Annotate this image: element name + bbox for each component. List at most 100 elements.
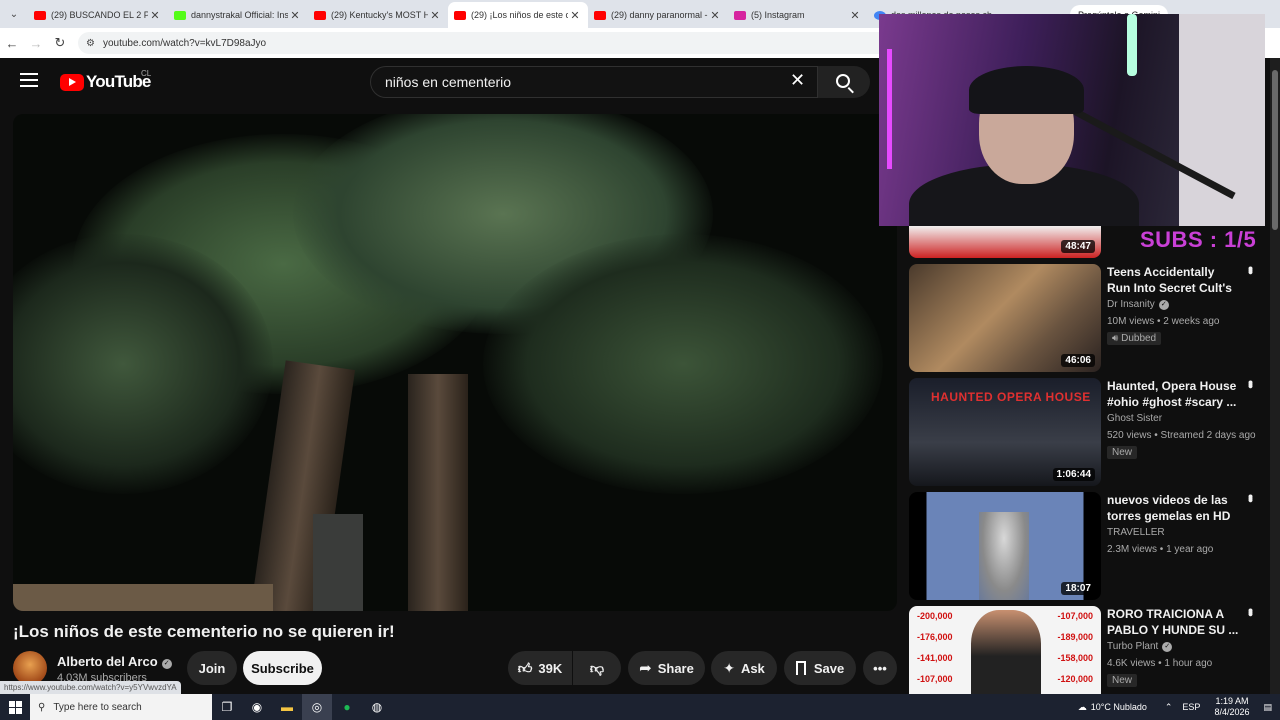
chrome-icon[interactable]: ◎ — [302, 694, 332, 720]
spotify-icon[interactable]: ● — [332, 694, 362, 720]
steam-icon[interactable]: ◉ — [242, 694, 272, 720]
subscribe-button[interactable]: Subscribe — [243, 651, 322, 685]
more-vertical-icon[interactable]: ••• — [1243, 380, 1259, 386]
new-badge: New — [1107, 674, 1138, 687]
menu-hamburger-icon[interactable] — [20, 73, 38, 87]
browser-tab[interactable]: (29) Kentucky's MOST HAU ✕ — [308, 2, 448, 28]
youtube-favicon-icon — [34, 10, 46, 20]
thumbs-up-icon: 👍︎ — [517, 659, 533, 676]
recommendation-item[interactable]: 18:07 nuevos videos de las torres gemela… — [909, 492, 1269, 600]
recommendation-meta: 520 views • Streamed 2 days ago — [1107, 430, 1256, 441]
duration-badge: 1:06:44 — [1052, 468, 1095, 481]
tray-chevron-icon[interactable]: ⌃ — [1165, 702, 1173, 713]
close-tab-icon[interactable]: ✕ — [848, 9, 862, 22]
search-button[interactable] — [818, 66, 870, 98]
youtube-favicon-icon — [594, 10, 606, 20]
forward-arrow-icon[interactable]: → — [24, 36, 48, 51]
taskbar-search-input[interactable]: ⚲ Type here to search — [30, 694, 212, 720]
recommendation-channel[interactable]: Turbo Plant ✓ — [1107, 641, 1173, 652]
duration-badge: 48:47 — [1061, 240, 1095, 253]
page-scrollbar[interactable] — [1270, 58, 1280, 694]
sparkle-icon: ✦ — [723, 659, 735, 676]
browser-tab[interactable]: dannystrakal Official: Insta ✕ — [168, 2, 308, 28]
search-input[interactable]: niños en cementerio — [370, 66, 818, 98]
tab-search-icon[interactable]: ⌄ — [0, 0, 28, 28]
system-tray: ☁ 10°C Nublado ⌃ ESP 1:19 AM 8/4/2026 ▤ — [1078, 694, 1280, 720]
youtube-play-icon — [60, 73, 84, 91]
country-code: CL — [141, 69, 152, 78]
duration-badge: 18:07 — [1061, 582, 1095, 595]
clock[interactable]: 1:19 AM 8/4/2026 — [1214, 696, 1249, 718]
close-tab-icon[interactable]: ✕ — [428, 9, 442, 22]
close-tab-icon[interactable]: ✕ — [708, 9, 722, 22]
share-button[interactable]: ➦ Share — [628, 651, 705, 685]
recommendation-title[interactable]: Teens Accidentally Run Into Secret Cult'… — [1107, 264, 1239, 296]
scrollbar-thumb[interactable] — [1272, 70, 1278, 230]
recommendation-channel[interactable]: TRAVELLER — [1107, 527, 1165, 538]
browser-tab[interactable]: (5) Instagram ✕ — [728, 2, 868, 28]
reload-icon[interactable]: ↻ — [48, 35, 72, 51]
kick-favicon-icon — [174, 10, 186, 20]
recommendation-title[interactable]: RORO TRAICIONA A PABLO Y HUNDE SU ... — [1107, 606, 1239, 638]
webcam-overlay — [879, 14, 1265, 226]
weather-icon: ☁ — [1077, 701, 1087, 712]
close-tab-icon[interactable]: ✕ — [288, 9, 302, 22]
recommendation-title[interactable]: nuevos videos de las torres gemelas en H… — [1107, 492, 1239, 524]
site-info-icon[interactable]: ⚙ — [86, 38, 95, 49]
url-field[interactable]: ⚙ youtube.com/watch?v=kvL7D98aJyo — [78, 32, 938, 54]
windows-taskbar: ⚲ Type here to search ❐ ◉ ▬ ◎ ● ◍ ☁ 10°C… — [0, 694, 1280, 720]
obs-icon[interactable]: ◍ — [362, 694, 392, 720]
browser-tab[interactable]: (29) danny paranormal - Y ✕ — [588, 2, 728, 28]
recommendation-channel[interactable]: Ghost Sister — [1107, 413, 1162, 424]
youtube-logo[interactable]: YouTube — [60, 72, 151, 92]
more-vertical-icon[interactable]: ••• — [1243, 494, 1259, 500]
recommendation-meta: 2.3M views • 1 year ago — [1107, 544, 1214, 555]
more-horizontal-icon: ••• — [873, 660, 887, 676]
share-icon: ➦ — [639, 660, 652, 677]
channel-name[interactable]: Alberto del Arco ✓ — [57, 654, 172, 669]
video-thumbnail[interactable]: HAUNTED OPERA HOUSE 1:06:44 — [909, 378, 1101, 486]
recommendation-title[interactable]: Haunted, Opera House #ohio #ghost #scary… — [1107, 378, 1239, 410]
file-explorer-icon[interactable]: ▬ — [272, 694, 302, 720]
ask-button[interactable]: ✦ Ask — [711, 651, 777, 685]
dislike-button[interactable]: 👎︎ — [573, 651, 621, 685]
windows-start-icon[interactable] — [0, 694, 30, 720]
browser-tab-active[interactable]: (29) ¡Los niños de este cem ✕ — [448, 2, 588, 28]
recommendation-item[interactable]: HAUNTED OPERA HOUSE 1:06:44 Haunted, Ope… — [909, 378, 1269, 486]
more-actions-button[interactable]: ••• — [863, 651, 897, 685]
youtube-favicon-icon — [454, 10, 466, 20]
search-icon — [836, 74, 850, 88]
more-vertical-icon[interactable]: ••• — [1243, 608, 1259, 614]
recommendation-meta: 4.6K views • 1 hour ago — [1107, 658, 1213, 669]
more-vertical-icon[interactable]: ••• — [1243, 266, 1259, 272]
subs-goal-overlay: SUBS : 1/5 — [1140, 227, 1257, 252]
back-arrow-icon[interactable]: ← — [0, 36, 24, 51]
task-view-icon[interactable]: ❐ — [212, 694, 242, 720]
notifications-icon[interactable]: ▤ — [1263, 702, 1272, 713]
video-title: ¡Los niños de este cementerio no se quie… — [13, 622, 395, 641]
link-status-bar: https://www.youtube.com/watch?v=y5YVwvzd… — [0, 681, 181, 695]
verified-check-icon: ✓ — [161, 659, 172, 669]
recommendation-item[interactable]: 46:06 Teens Accidentally Run Into Secret… — [909, 264, 1269, 372]
language-indicator[interactable]: ESP — [1182, 702, 1200, 712]
verified-check-icon: ✓ — [1162, 642, 1173, 652]
instagram-favicon-icon — [734, 10, 746, 20]
channel-avatar[interactable] — [13, 651, 47, 685]
join-button[interactable]: Join — [187, 651, 237, 685]
close-tab-icon[interactable]: ✕ — [568, 9, 582, 22]
video-thumbnail[interactable]: -200,000 -176,000 -141,000 -107,000 -107… — [909, 606, 1101, 694]
clear-search-icon[interactable]: ✕ — [790, 70, 805, 91]
save-button[interactable]: Save — [784, 651, 856, 685]
thumbs-down-icon: 👎︎ — [589, 659, 605, 676]
video-thumbnail[interactable]: 18:07 — [909, 492, 1101, 600]
browser-tab[interactable]: (29) BUSCANDO EL 2 PA 2 ✕ — [28, 2, 168, 28]
weather-text[interactable]: 10°C Nublado — [1091, 702, 1147, 712]
dub-icon: 🔊︎ — [1112, 333, 1122, 344]
close-tab-icon[interactable]: ✕ — [148, 9, 162, 22]
youtube-favicon-icon — [314, 10, 326, 20]
video-player[interactable] — [13, 114, 897, 611]
video-thumbnail[interactable]: 46:06 — [909, 264, 1101, 372]
like-button[interactable]: 👍︎ 39K — [508, 651, 572, 685]
recommendation-channel[interactable]: Dr Insanity ✓ — [1107, 299, 1169, 310]
recommendation-meta: 10M views • 2 weeks ago — [1107, 316, 1220, 327]
